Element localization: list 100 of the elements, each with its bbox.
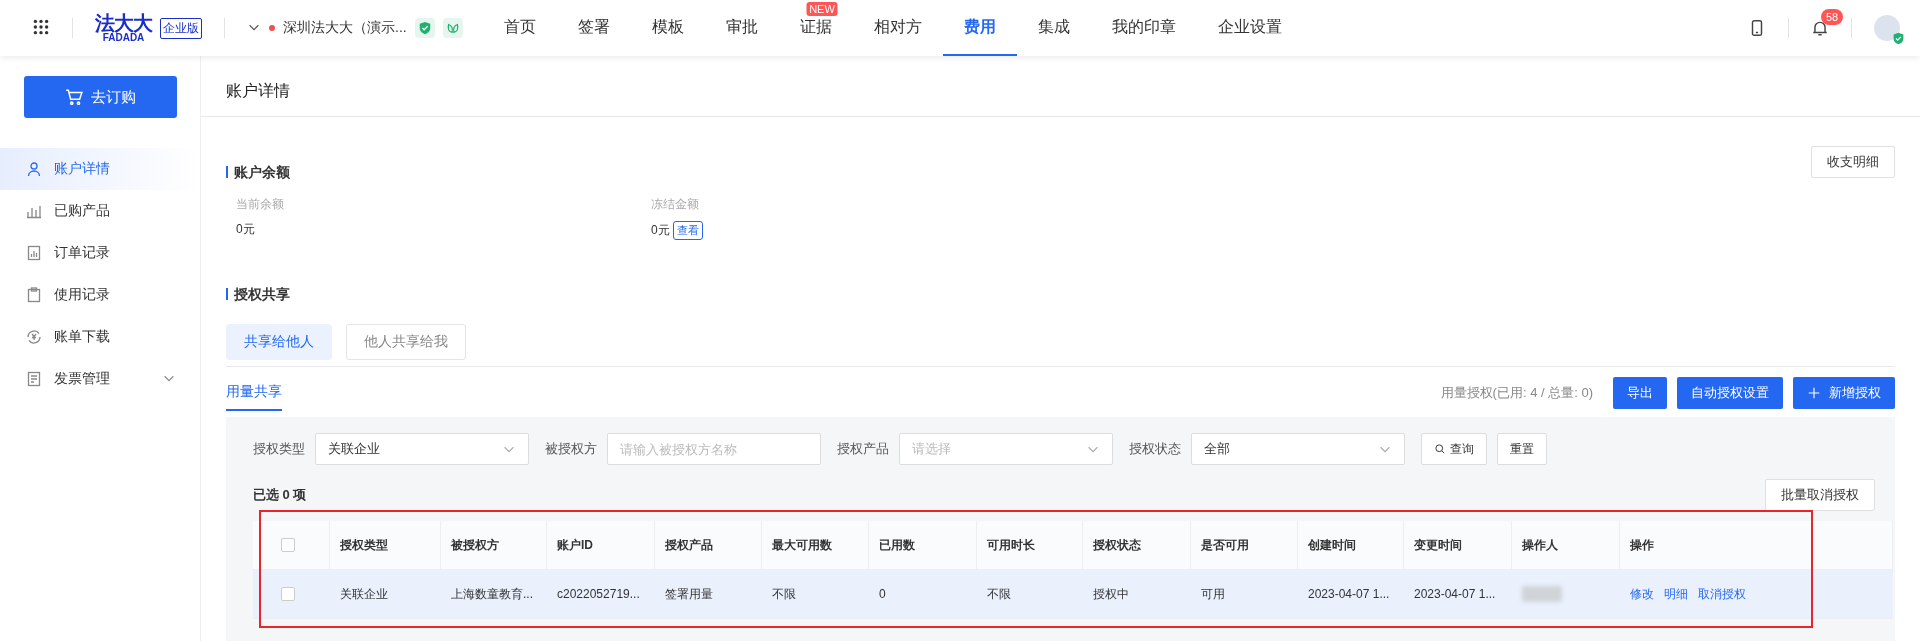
view-button[interactable]: 查看 (672, 221, 703, 240)
reset-button[interactable]: 重置 (1497, 433, 1547, 465)
nav-tab[interactable]: NEW 证据 (778, 0, 853, 56)
sidebar-label: 使用记录 (54, 286, 110, 304)
nav-label: 签署 (577, 16, 610, 37)
nav-tab[interactable]: 集成 (1016, 0, 1091, 56)
column-header: 授权产品 (655, 521, 762, 570)
nav-tab[interactable]: 企业设置 (1196, 0, 1303, 56)
filter-label: 授权产品 (837, 440, 889, 458)
sidebar-item[interactable]: 已购产品 (0, 190, 200, 232)
sidebar-item[interactable]: 账单下载 (0, 316, 200, 358)
sidebar-item[interactable]: 订单记录 (0, 232, 200, 274)
column-header: 是否可用 (1191, 521, 1298, 570)
table-cell: 授权中 (1083, 570, 1191, 619)
bar-chart-icon (26, 203, 42, 219)
column-header: 授权类型 (330, 521, 441, 570)
usage-tab[interactable]: 用量共享 (226, 375, 282, 411)
search-button[interactable]: 查询 (1421, 433, 1487, 465)
new-badge: NEW (806, 2, 838, 16)
action-button[interactable]: 导出 (1613, 377, 1667, 409)
redacted-block (1522, 586, 1562, 602)
column-header: 最大可用数 (762, 521, 869, 570)
sidebar-label: 账户详情 (54, 160, 110, 178)
table-cell: 不限 (977, 570, 1083, 619)
nav-label: 模板 (651, 16, 684, 37)
page-title: 账户详情 (201, 56, 1920, 117)
balance-value: 0元 (651, 222, 670, 239)
nav-label: 费用 (963, 16, 996, 37)
nav-tab[interactable]: 模板 (630, 0, 705, 56)
status-dot (269, 25, 275, 31)
section-title: 账户余额 (226, 166, 290, 178)
column-header: 可用时长 (977, 521, 1083, 570)
sidebar-item[interactable]: 使用记录 (0, 274, 200, 316)
nav-label: 审批 (725, 16, 758, 37)
nav-tab[interactable]: 审批 (704, 0, 779, 56)
plus-icon (1807, 386, 1821, 400)
nav-tab[interactable]: 我的印章 (1090, 0, 1197, 56)
share-tab[interactable]: 他人共享给我 (346, 324, 466, 360)
clipboard-icon (26, 287, 42, 303)
logo-latin: FADADA (102, 33, 145, 43)
order-button[interactable]: 去订购 (24, 76, 177, 118)
column-header: 创建时间 (1298, 521, 1404, 570)
search-field[interactable]: 请输入被授权方名称 (607, 433, 821, 465)
sidebar-label: 订单记录 (54, 244, 110, 262)
nav-label: 相对方 (873, 16, 922, 37)
balance-label: 当前余额 (236, 196, 285, 213)
section-title: 授权共享 (226, 288, 290, 300)
user-icon (26, 161, 42, 177)
table-cell: 2023-04-07 1... (1298, 570, 1404, 619)
table-cell: 2023-04-07 1... (1404, 570, 1512, 619)
nav-label: 首页 (503, 16, 536, 37)
action-button[interactable]: 自动授权设置 (1677, 377, 1783, 409)
table-cell: 可用 (1191, 570, 1298, 619)
quota-text: 用量授权(已用: 4 / 总量: 0) (1440, 384, 1593, 402)
nav-label: 集成 (1037, 16, 1070, 37)
action-button[interactable]: 新增授权 (1793, 377, 1895, 409)
filter-label: 授权状态 (1129, 440, 1181, 458)
nav-tab[interactable]: 首页 (482, 0, 557, 56)
bell-icon (1811, 19, 1829, 37)
column-header: 变更时间 (1404, 521, 1512, 570)
nav-tab[interactable]: 相对方 (852, 0, 943, 56)
transactions-button[interactable]: 收支明细 (1811, 146, 1895, 178)
search-icon (1434, 443, 1446, 455)
row-action-link[interactable]: 明细 (1664, 585, 1688, 603)
select-field[interactable]: 全部 (1191, 433, 1405, 465)
column-header: 被授权方 (441, 521, 547, 570)
table-cell: 关联企业 (330, 570, 441, 619)
column-header: 操作 (1620, 521, 1893, 570)
notification-count: 58 (1821, 9, 1844, 25)
column-header: 授权状态 (1083, 521, 1191, 570)
cart-icon (65, 88, 83, 106)
table-cell: 0 (869, 570, 977, 619)
nav-tab[interactable]: 签署 (556, 0, 631, 56)
sidebar-label: 已购产品 (54, 202, 110, 220)
checkbox[interactable] (281, 587, 295, 601)
leaf-badge-icon (442, 18, 463, 38)
select-field[interactable]: 关联企业 (315, 433, 529, 465)
selection-count: 已选 0 项 (253, 486, 307, 504)
table-cell: 不限 (762, 570, 869, 619)
balance-value: 0元 (236, 221, 255, 238)
sidebar-item[interactable]: 发票管理 (0, 358, 200, 400)
batch-cancel-button[interactable]: 批量取消授权 (1765, 479, 1875, 511)
nav-tab[interactable]: 费用 (942, 0, 1017, 56)
invoice-icon (26, 371, 42, 387)
column-header: 账户ID (547, 521, 655, 570)
shield-badge-icon (414, 18, 435, 38)
app-grid-icon (32, 17, 50, 36)
company-name[interactable]: 深圳法大大（演示... (283, 19, 407, 37)
column-header: 操作人 (1512, 521, 1620, 570)
share-tab[interactable]: 共享给他人 (226, 324, 332, 360)
table-cell: c2022052719... (547, 570, 655, 619)
checkbox[interactable] (281, 538, 295, 552)
balance-label: 冻结金额 (651, 196, 700, 213)
table-cell: 上海数童教育... (441, 570, 547, 619)
sidebar-label: 账单下载 (54, 328, 110, 346)
table-cell: 签署用量 (655, 570, 762, 619)
row-action-link[interactable]: 修改 (1630, 585, 1654, 603)
nav-label: 企业设置 (1217, 16, 1282, 37)
column-header: 已用数 (869, 521, 977, 570)
row-action-link[interactable]: 取消授权 (1698, 585, 1746, 603)
